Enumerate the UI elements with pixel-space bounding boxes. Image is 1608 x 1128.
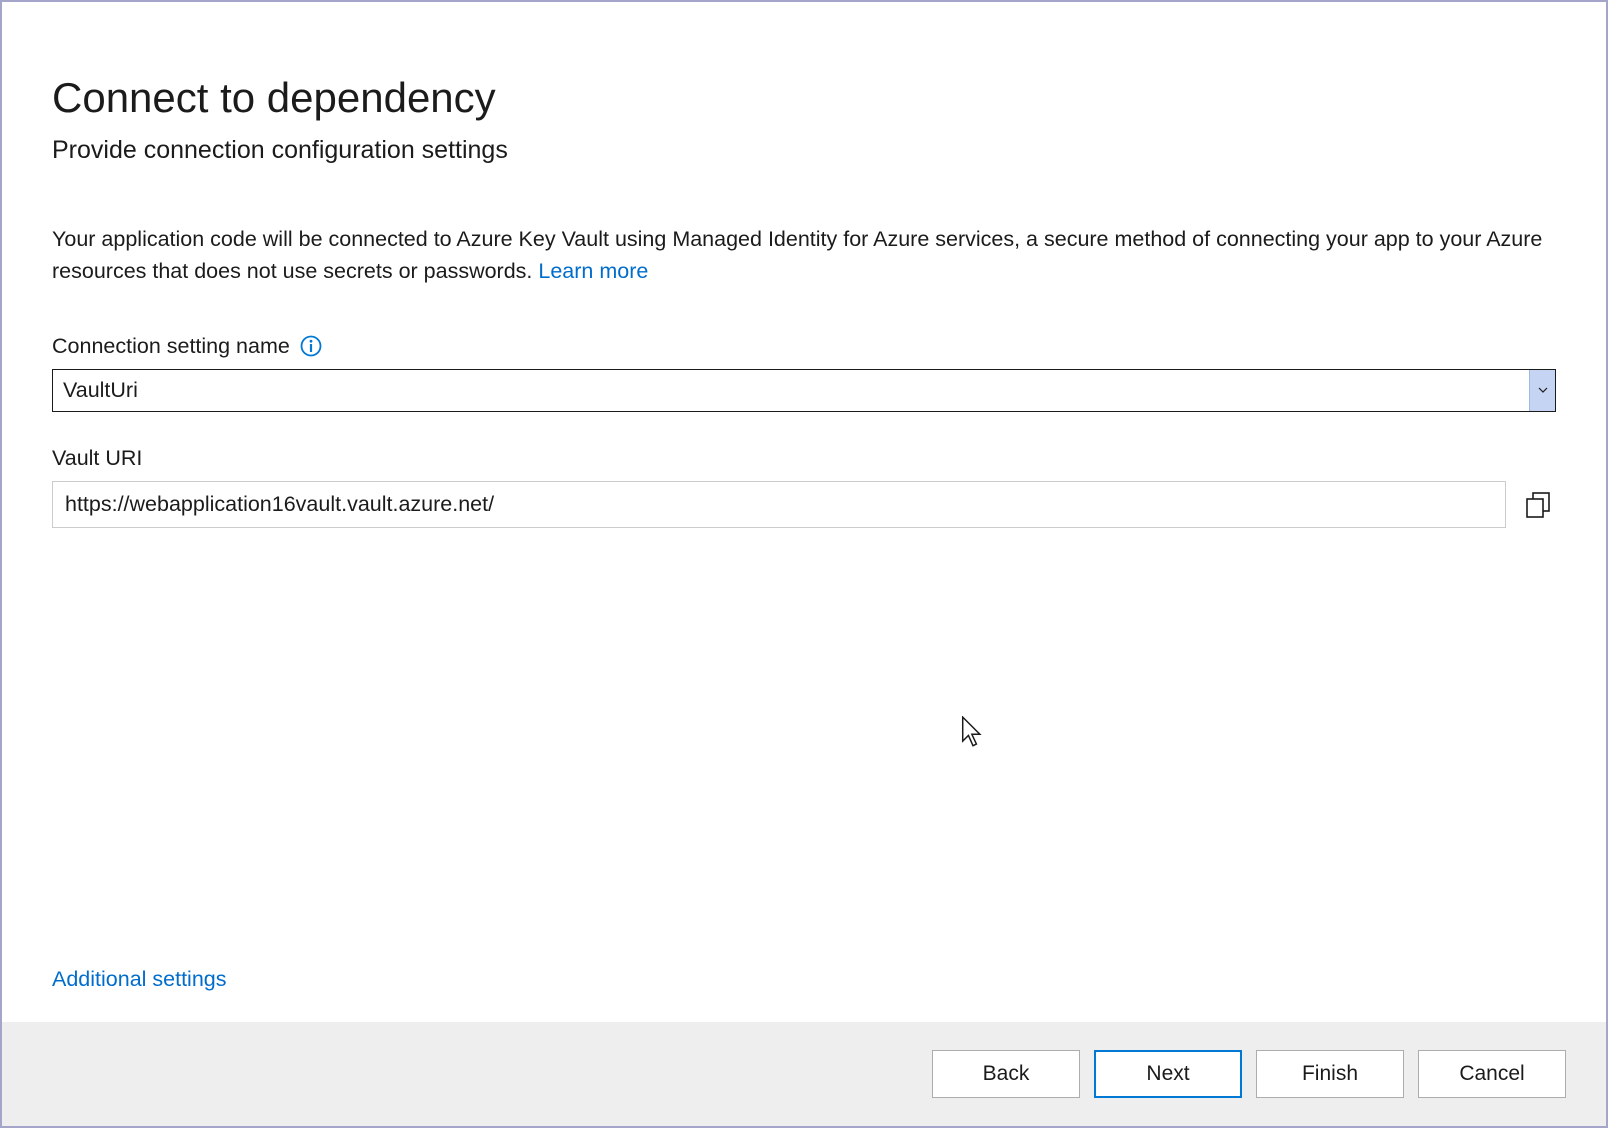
connection-setting-input[interactable] bbox=[53, 370, 1529, 411]
copy-button[interactable] bbox=[1520, 486, 1556, 522]
copy-icon bbox=[1524, 490, 1552, 518]
vault-uri-label: Vault URI bbox=[52, 446, 142, 471]
dialog-footer: Back Next Finish Cancel bbox=[2, 1022, 1606, 1126]
vault-uri-group: Vault URI bbox=[52, 446, 1556, 528]
cancel-button[interactable]: Cancel bbox=[1418, 1050, 1566, 1098]
connection-setting-label-row: Connection setting name bbox=[52, 334, 1556, 359]
connection-setting-group: Connection setting name bbox=[52, 334, 1556, 412]
content-spacer bbox=[52, 562, 1556, 968]
finish-button[interactable]: Finish bbox=[1256, 1050, 1404, 1098]
next-button[interactable]: Next bbox=[1094, 1050, 1242, 1098]
back-button[interactable]: Back bbox=[932, 1050, 1080, 1098]
learn-more-link[interactable]: Learn more bbox=[538, 259, 648, 283]
description-text: Your application code will be connected … bbox=[52, 223, 1556, 288]
dialog-container: Connect to dependency Provide connection… bbox=[0, 0, 1608, 1128]
connection-setting-dropdown[interactable] bbox=[1529, 370, 1555, 411]
dialog-title: Connect to dependency bbox=[52, 74, 1556, 122]
description-body: Your application code will be connected … bbox=[52, 227, 1542, 283]
additional-settings-link[interactable]: Additional settings bbox=[52, 967, 1556, 992]
dialog-subtitle: Provide connection configuration setting… bbox=[52, 136, 1556, 165]
vault-uri-input[interactable] bbox=[52, 481, 1506, 528]
connection-setting-label: Connection setting name bbox=[52, 334, 290, 359]
dialog-content: Connect to dependency Provide connection… bbox=[2, 2, 1606, 1022]
connection-setting-combo[interactable] bbox=[52, 369, 1556, 412]
vault-uri-label-row: Vault URI bbox=[52, 446, 1556, 471]
chevron-down-icon bbox=[1538, 387, 1548, 393]
info-icon[interactable] bbox=[300, 335, 322, 357]
vault-uri-row bbox=[52, 481, 1556, 528]
